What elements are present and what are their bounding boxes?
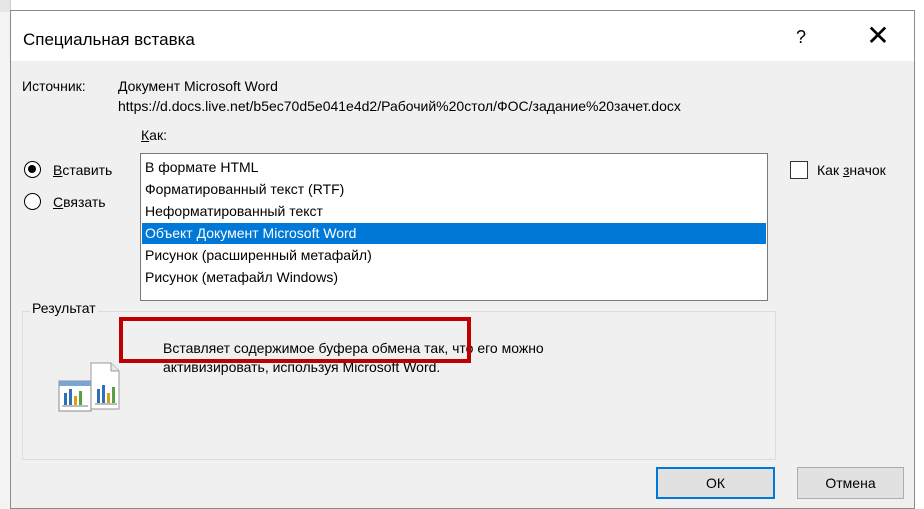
source-name: Документ Microsoft Word <box>118 78 278 94</box>
cancel-button[interactable]: Отмена <box>797 467 904 499</box>
format-item-word-object[interactable]: Объект Документ Microsoft Word <box>142 223 766 244</box>
document-object-icon <box>53 359 133 421</box>
paste-rest: ставить <box>62 162 113 178</box>
link-radio[interactable] <box>24 193 41 210</box>
radio-selected-dot <box>28 165 36 173</box>
paste-special-dialog: Специальная вставка ? ✕ Источник: Докуме… <box>10 10 915 509</box>
ok-button[interactable]: ОК <box>656 467 775 499</box>
paste-accel: В <box>53 162 63 178</box>
as-label-accel: К <box>141 127 150 143</box>
source-path: https://d.docs.live.net/b5ec70d5e041e4d2… <box>118 98 681 114</box>
display-as-icon-label[interactable]: Как значок <box>817 162 886 178</box>
as-label-rest: ак: <box>149 127 167 143</box>
close-button[interactable]: ✕ <box>861 21 895 53</box>
format-item-wmf-picture[interactable]: Рисунок (метафайл Windows) <box>142 267 766 288</box>
format-item-emf-picture[interactable]: Рисунок (расширенный метафайл) <box>142 245 766 266</box>
paste-radio-label[interactable]: Вставить <box>53 162 112 178</box>
display-as-icon-checkbox[interactable] <box>790 161 808 179</box>
annotation-highlight-box <box>119 317 471 363</box>
source-label: Источник: <box>22 78 86 94</box>
as-label: Как: <box>141 127 167 143</box>
dialog-title: Специальная вставка <box>23 30 195 49</box>
format-item-html[interactable]: В формате HTML <box>142 157 766 178</box>
link-rest: вязать <box>63 194 106 210</box>
link-accel: С <box>53 194 64 210</box>
paste-radio[interactable] <box>24 161 41 178</box>
as-icon-rest: начок <box>849 162 886 178</box>
format-item-rtf[interactable]: Форматированный текст (RTF) <box>142 179 766 200</box>
help-button[interactable]: ? <box>788 24 814 50</box>
dialog-titlebar: Специальная вставка ? ✕ <box>11 11 914 61</box>
background-scroll-arrow <box>0 0 10 12</box>
format-item-plain-text[interactable]: Неформатированный текст <box>142 201 766 222</box>
result-group-label: Результат <box>30 300 98 316</box>
format-listbox[interactable]: В формате HTML Форматированный текст (RT… <box>140 153 768 301</box>
as-icon-prefix: Как <box>817 162 843 178</box>
link-radio-label[interactable]: Связать <box>53 194 106 210</box>
